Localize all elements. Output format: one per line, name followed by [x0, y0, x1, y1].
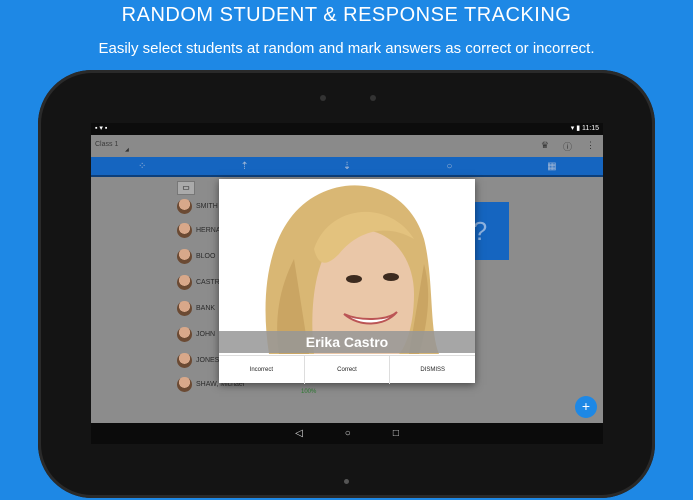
front-camera: [320, 95, 326, 101]
avatar: [177, 223, 192, 238]
avatar: [177, 327, 192, 342]
circle-icon: ○: [446, 160, 453, 172]
tab-grid[interactable]: ⁘: [91, 157, 193, 175]
avatar: [177, 353, 192, 368]
tab-calendar[interactable]: ▦: [501, 157, 603, 175]
nav-bar: ◁ ○ □: [91, 423, 603, 444]
incorrect-button[interactable]: Incorrect: [219, 356, 305, 384]
app-bar: Class 1 ◢ ♛ ⓘ ⋮: [91, 135, 603, 157]
dialog-actions: Incorrect Correct DISMISS: [219, 355, 475, 384]
grid-icon: ⁘: [138, 160, 147, 172]
download-icon: ⇣: [342, 160, 352, 172]
stat-percent: 100%: [301, 389, 317, 395]
status-left-icons: ▪ ▾ ▪: [95, 125, 108, 132]
tablet-screen: ▪ ▾ ▪ ▾ ▮ 11:15 Class 1 ◢ ♛ ⓘ ⋮ ⁘ ⇡ ⇣ ○ …: [91, 123, 603, 444]
tab-bar: ⁘ ⇡ ⇣ ○ ▦: [91, 157, 603, 177]
correct-button[interactable]: Correct: [305, 356, 391, 384]
avatar: [177, 249, 192, 264]
overflow-menu-icon[interactable]: ⋮: [586, 140, 595, 153]
student-photo-image: [219, 179, 475, 354]
upload-icon: ⇡: [240, 160, 249, 172]
tab-download[interactable]: ⇣: [296, 157, 398, 175]
back-icon[interactable]: ◁: [295, 428, 303, 439]
student-name: CASTR: [196, 279, 220, 286]
student-name: JOHN: [196, 331, 216, 338]
student-name: JONES: [196, 357, 220, 364]
add-button[interactable]: +: [575, 396, 597, 418]
class-dropdown-icon[interactable]: ◢: [125, 147, 129, 153]
status-right: ▾ ▮ 11:15: [571, 124, 599, 132]
student-name: HERNA: [196, 227, 221, 234]
light-sensor: [370, 95, 376, 101]
avatar: [177, 275, 192, 290]
student-name: SMITH: [196, 203, 218, 210]
teacher-icon[interactable]: ♛: [541, 140, 549, 153]
appbar-actions: ♛ ⓘ ⋮: [541, 140, 595, 153]
status-time: 11:15: [582, 125, 599, 132]
home-icon[interactable]: ○: [345, 428, 351, 439]
student-name-banner: Erika Castro: [219, 331, 475, 353]
recents-icon[interactable]: □: [393, 428, 399, 439]
promo-title: RANDOM STUDENT & RESPONSE TRACKING: [121, 4, 572, 26]
student-photo: Erika Castro: [219, 179, 475, 354]
student-name: BLOO: [196, 253, 216, 260]
avatar: [177, 377, 192, 392]
folder-icon[interactable]: ▭: [177, 181, 195, 195]
tab-random[interactable]: ○: [398, 157, 500, 175]
avatar: [177, 199, 192, 214]
class-title[interactable]: Class 1: [95, 141, 118, 148]
status-icons: ▾ ▮: [570, 125, 581, 132]
status-bar: ▪ ▾ ▪ ▾ ▮ 11:15: [91, 123, 603, 135]
avatar: [177, 301, 192, 316]
notification-led: [344, 479, 349, 484]
dismiss-button[interactable]: DISMISS: [390, 356, 475, 384]
calendar-icon: ▦: [547, 160, 557, 172]
info-icon[interactable]: ⓘ: [563, 140, 572, 153]
tab-upload[interactable]: ⇡: [193, 157, 295, 175]
student-name: BANK: [196, 305, 216, 312]
random-student-dialog: Erika Castro Incorrect Correct DISMISS: [219, 179, 475, 384]
promo-subtitle: Easily select students at random and mar…: [98, 40, 595, 57]
